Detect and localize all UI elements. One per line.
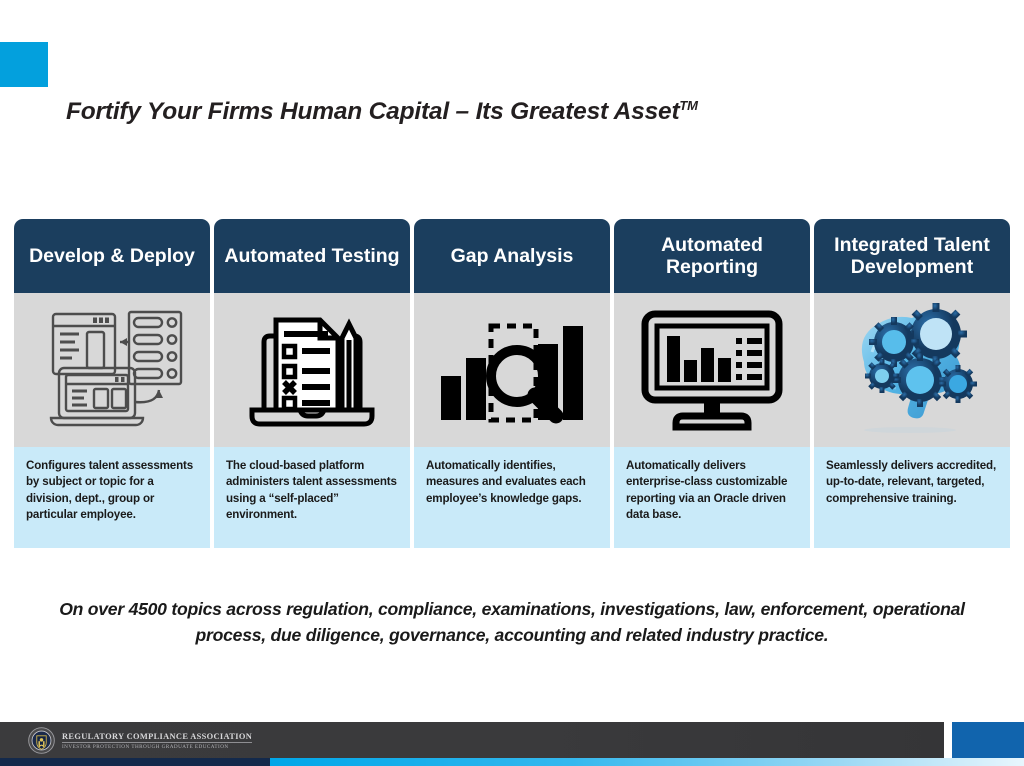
seal-icon <box>28 727 55 754</box>
brand-tagline: INVESTOR PROTECTION THROUGH GRADUATE EDU… <box>62 743 229 750</box>
accent-square <box>0 42 48 87</box>
column-caption: Seamlessly delivers accredited, up-to-da… <box>814 447 1010 548</box>
column-header-label: Gap Analysis <box>450 244 574 267</box>
server-deploy-icon <box>14 293 210 447</box>
column-header-label: Automated Testing <box>224 244 400 267</box>
column-caption-text: Automatically delivers enterprise-class … <box>626 459 788 522</box>
feature-columns: Develop & Deploy Configures talent asses… <box>14 219 1010 548</box>
footer-accent-block <box>952 722 1024 758</box>
column-caption: Automatically delivers enterprise-class … <box>614 447 810 548</box>
page-title-text: Fortify Your Firms Human Capital – Its G… <box>66 98 680 126</box>
slide: Fortify Your Firms Human Capital – Its G… <box>0 0 1024 766</box>
column-caption: Automatically identifies, measures and e… <box>414 447 610 548</box>
brand-name: REGULATORY COMPLIANCE ASSOCIATION <box>62 731 253 743</box>
trademark-mark: TM <box>679 98 698 113</box>
summary-statement: On over 4500 topics across regulation, c… <box>59 599 965 646</box>
brand-logo: REGULATORY COMPLIANCE ASSOCIATION INVEST… <box>28 727 253 754</box>
column-caption-text: The cloud-based platform administers tal… <box>226 459 397 522</box>
column-header-label: Develop & Deploy <box>29 244 195 267</box>
brand-text: REGULATORY COMPLIANCE ASSOCIATION INVEST… <box>62 731 253 750</box>
page-title: Fortify Your Firms Human Capital – Its G… <box>66 98 698 126</box>
column-caption-text: Configures talent assessments by subject… <box>26 459 194 522</box>
column-header: Gap Analysis <box>414 219 610 293</box>
feature-column-integrated-talent-development[interactable]: Integrated Talent Development Seamlessly… <box>814 219 1010 548</box>
column-header: Automated Testing <box>214 219 410 293</box>
feature-column-develop-deploy[interactable]: Develop & Deploy Configures talent asses… <box>14 219 210 548</box>
bar-chart-magnifier-icon <box>414 293 610 447</box>
feature-column-gap-analysis[interactable]: Gap Analysis Automatically identifies, m… <box>414 219 610 548</box>
footer-strip-cyan <box>270 758 1024 766</box>
brain-gears-icon <box>814 293 1010 447</box>
footer-strip-navy <box>0 758 270 766</box>
column-header: Develop & Deploy <box>14 219 210 293</box>
column-caption: The cloud-based platform administers tal… <box>214 447 410 548</box>
column-header: Integrated Talent Development <box>814 219 1010 293</box>
column-caption-text: Automatically identifies, measures and e… <box>426 459 586 505</box>
column-header: Automated Reporting <box>614 219 810 293</box>
column-caption-text: Seamlessly delivers accredited, up-to-da… <box>826 459 997 505</box>
column-caption: Configures talent assessments by subject… <box>14 447 210 548</box>
feature-column-automated-reporting[interactable]: Automated Reporting Automatically delive… <box>614 219 810 548</box>
monitor-report-icon <box>614 293 810 447</box>
column-header-label: Automated Reporting <box>661 233 763 278</box>
checklist-pencil-laptop-icon <box>214 293 410 447</box>
column-header-label: Integrated Talent Development <box>834 233 990 278</box>
feature-column-automated-testing[interactable]: Automated Testing The cloud-based platfo… <box>214 219 410 548</box>
